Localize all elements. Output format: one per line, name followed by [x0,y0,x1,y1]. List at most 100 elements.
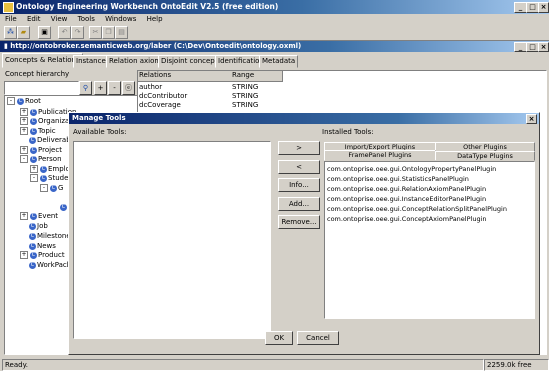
search-icon: ⚲ [82,84,89,92]
expand-icon[interactable]: + [30,165,38,173]
tree-item-root[interactable]: - C Root [7,97,41,106]
menu-windows[interactable]: Windows [105,15,136,23]
info-button[interactable]: Info... [278,178,320,192]
concept-hierarchy-label: Concept hierarchy [5,70,70,78]
copy-icon[interactable]: ❐ [102,26,115,39]
list-item[interactable]: com.ontoprise.oee.gui.ConceptRelationSpl… [327,205,507,214]
tab-concepts-relations[interactable]: Concepts & Relations [2,53,83,68]
remove-concept-button[interactable]: - [108,81,121,95]
concept-icon: C [29,136,36,144]
close-button[interactable]: × [538,2,549,13]
concept-icon: C [30,117,37,125]
relation-cell[interactable]: author [139,83,162,91]
collapse-icon[interactable]: - [20,155,28,163]
concept-icon: C [30,127,37,135]
search-button[interactable]: ⚲ [79,81,92,95]
main-title-bar: Ontology Engineering Workbench OntoEdit … [0,0,549,14]
tree-item[interactable]: -CG [40,184,63,193]
hierarchy-icon[interactable]: ⁂ [4,26,17,39]
installed-tools-label: Installed Tools: [322,128,374,136]
minus-icon: - [113,84,116,92]
expand-icon[interactable]: + [20,117,28,125]
tree-item[interactable]: C News [29,242,56,251]
cut-icon[interactable]: ✂ [89,26,102,39]
menu-tools[interactable]: Tools [78,15,95,23]
tab-framepanel-plugins[interactable]: FramePanel Plugins [324,150,436,161]
redo-icon[interactable]: ↷ [71,26,84,39]
collapse-icon[interactable]: - [30,174,38,182]
collapse-icon[interactable]: - [40,184,48,192]
remove-button[interactable]: Remove... [278,215,320,229]
add-concept-button[interactable]: + [94,81,107,95]
tree-item[interactable]: C Milestone [29,232,71,241]
expand-icon[interactable]: + [20,127,28,135]
list-item[interactable]: com.ontoprise.oee.gui.InstanceEditorPane… [327,195,486,204]
menu-edit[interactable]: Edit [27,15,41,23]
menu-file[interactable]: File [5,15,17,23]
expand-icon[interactable]: + [20,146,28,154]
tree-item[interactable]: C Job [29,222,48,231]
tab-datatype-plugins[interactable]: DataType Plugins [435,151,535,161]
window-title: Ontology Engineering Workbench OntoEdit … [16,2,279,11]
status-bar: Ready. 2259.0k free [0,358,549,371]
doc-close-button[interactable]: × [538,42,549,52]
column-header-relations[interactable]: Relations [138,71,232,82]
list-item[interactable]: com.ontoprise.oee.gui.OntologyPropertyPa… [327,165,496,174]
tree-item[interactable]: + C Event [20,212,58,221]
concept-icon: C [30,212,37,220]
main-tabs: Concepts & Relations Instances Relation … [0,53,549,68]
tree-item[interactable]: + C Emplc [30,165,69,174]
status-text: Ready. [2,359,484,371]
list-item[interactable]: com.ontoprise.oee.gui.RelationAxiomPanel… [327,185,486,194]
menu-view[interactable]: View [51,15,68,23]
menu-bar: File Edit View Tools Windows Help [0,14,549,25]
cancel-button[interactable]: Cancel [297,331,339,345]
available-tools-list[interactable] [73,141,271,339]
uninstall-arrow-button[interactable]: < [278,160,320,174]
concept-icon: C [29,222,36,230]
range-cell: STRING [232,92,259,100]
tree-item[interactable]: + C Organizat [20,117,72,126]
dialog-close-button[interactable]: × [526,114,537,124]
tree-item[interactable]: + C Product [20,251,65,260]
toolbar: ⁂ ▰ ▣ ↶ ↷ ✂ ❐ ▤ [0,25,549,41]
relation-cell[interactable]: dcCoverage [139,101,181,109]
save-icon[interactable]: ▣ [38,26,51,39]
installed-tools-list[interactable]: com.ontoprise.oee.gui.OntologyPropertyPa… [324,161,535,319]
open-folder-icon[interactable]: ▰ [17,26,30,39]
concept-icon: C [40,165,47,173]
relation-cell[interactable]: dcContributor [139,92,187,100]
ontology-url: http://ontobroker.semanticweb.org/laber … [10,42,302,50]
expand-icon[interactable]: + [20,108,28,116]
concept-search-input[interactable] [4,81,79,95]
menu-help[interactable]: Help [147,15,163,23]
ok-button[interactable]: OK [265,331,293,345]
paste-icon[interactable]: ▤ [115,26,128,39]
concept-icon: C [30,251,37,259]
refresh-button[interactable]: ⓔ [122,81,135,95]
concept-icon: C [17,97,24,105]
document-icon: ▮ [4,42,8,50]
dialog-title: Manage Tools [72,114,126,122]
install-arrow-button[interactable]: > [278,141,320,155]
column-header-range[interactable]: Range [231,71,283,82]
tree-item[interactable]: - C Person [20,155,62,164]
tab-metadata[interactable]: Metadata [259,55,299,68]
expand-icon[interactable]: + [20,212,28,220]
list-item[interactable]: com.ontoprise.oee.gui.ConceptAxiomPanelP… [327,215,487,224]
tree-item[interactable]: C Deliverabl [29,136,73,145]
collapse-icon[interactable]: - [7,97,15,105]
tree-item[interactable]: + C Topic [20,127,56,136]
concept-icon: C [40,174,47,182]
expand-icon[interactable]: + [20,251,28,259]
list-item[interactable]: com.ontoprise.oee.gui.StatisticsPanelPlu… [327,175,469,184]
tree-item[interactable]: C WorkPack [29,261,71,270]
concept-icon: C [29,261,36,269]
ontology-url-bar: ▮ http://ontobroker.semanticweb.org/labe… [0,41,549,52]
tree-item[interactable]: + C Project [20,146,62,155]
app-icon [3,2,14,13]
add-button[interactable]: Add... [278,197,320,211]
concept-icon: C [29,232,36,240]
tree-item[interactable]: - C Stude [30,174,68,183]
undo-icon[interactable]: ↶ [58,26,71,39]
